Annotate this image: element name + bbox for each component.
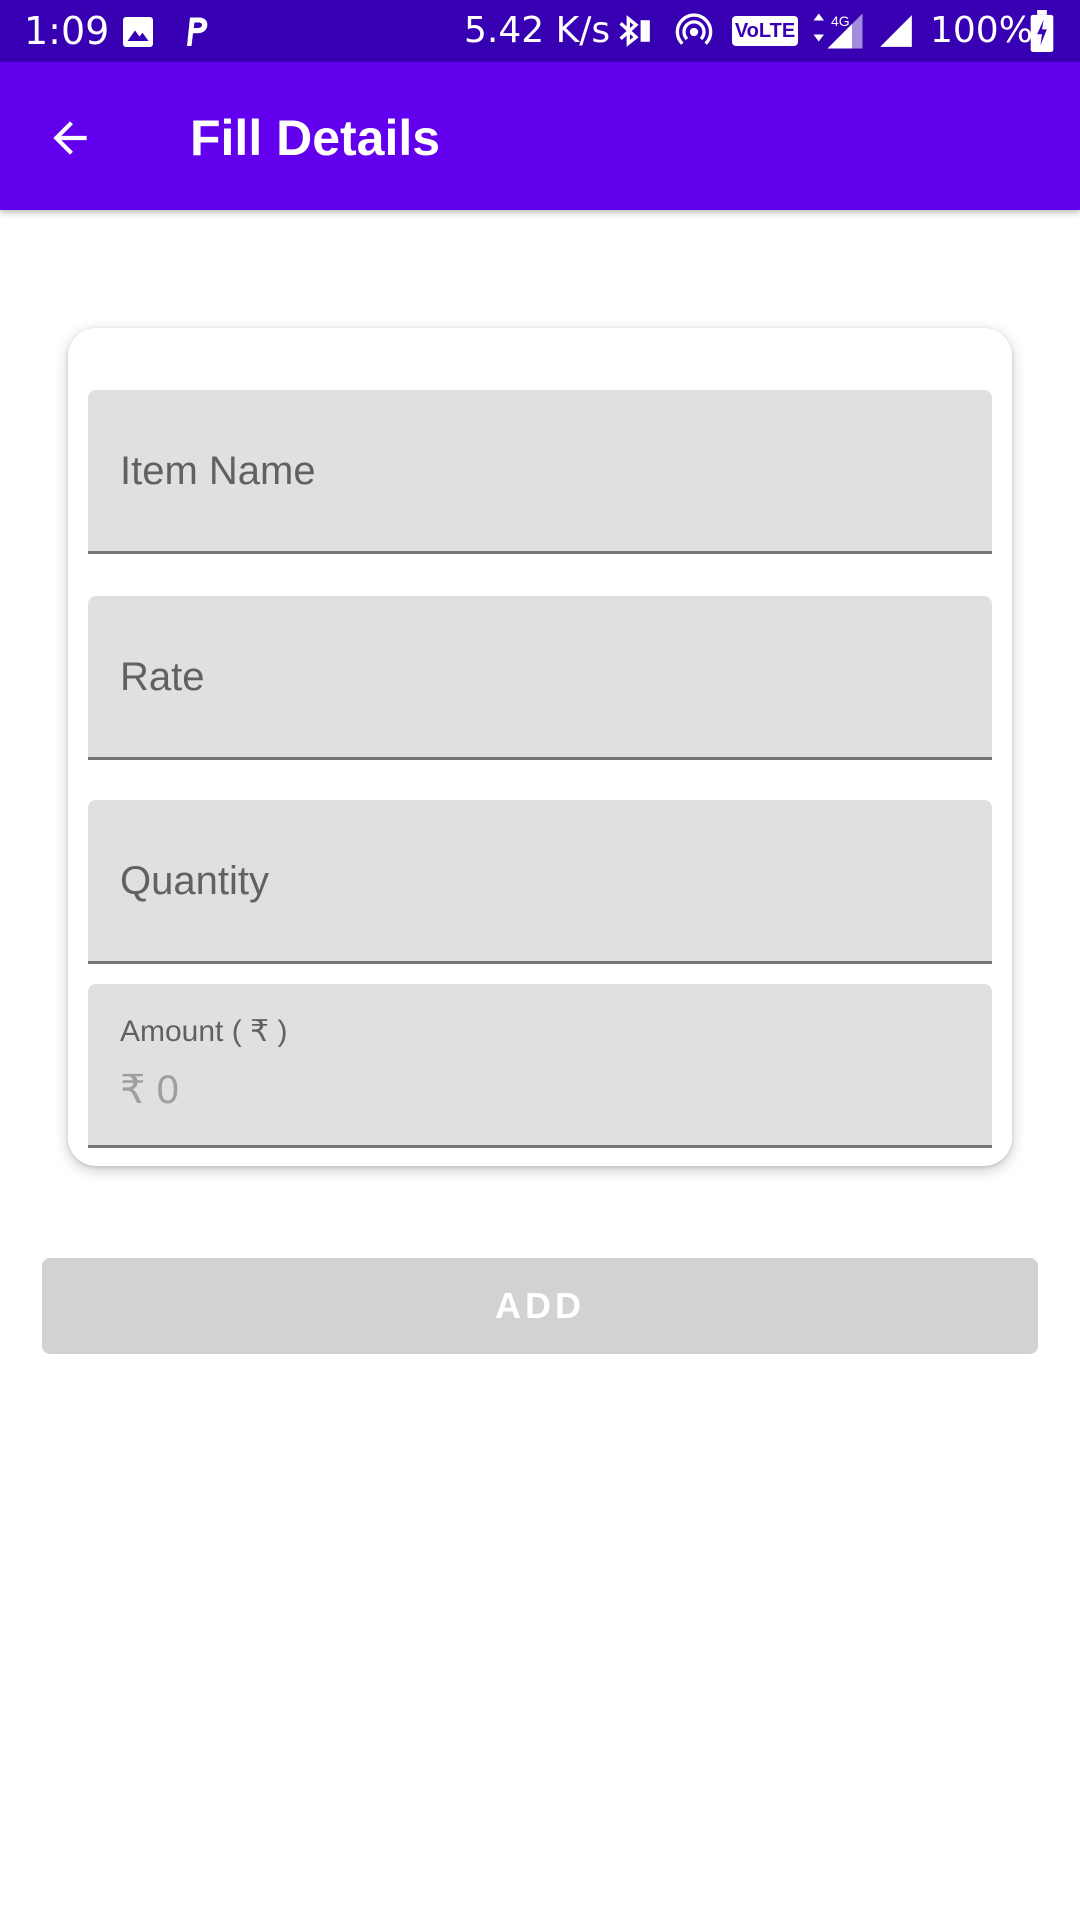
app-bar: Fill Details <box>0 62 1080 210</box>
amount-field[interactable]: Amount ( ₹ ) ₹ 0 <box>88 984 992 1148</box>
amount-label: Amount ( ₹ ) <box>120 1015 288 1048</box>
battery-charging-icon <box>1030 10 1054 52</box>
add-button[interactable]: ADD <box>42 1258 1038 1354</box>
hotspot-icon <box>675 13 713 45</box>
battery-percent: 100% <box>930 10 1033 51</box>
status-bar: 1:09 5.42 K/s VoLTE 4G 100% <box>0 0 1080 62</box>
signal-4g-icon: 4G <box>813 13 863 49</box>
volte-icon: VoLTE <box>732 16 798 46</box>
page-title: Fill Details <box>190 110 441 166</box>
network-type-label: 4G <box>831 13 850 29</box>
back-button[interactable] <box>30 98 110 178</box>
arrow-back-icon[interactable] <box>45 113 95 163</box>
quantity-placeholder: Quantity <box>120 859 269 903</box>
bluetooth-icon <box>619 15 650 47</box>
image-icon <box>123 17 153 47</box>
rate-placeholder: Rate <box>120 655 205 699</box>
signal-icon <box>880 15 912 47</box>
amount-value: ₹ 0 <box>120 1068 179 1112</box>
p-app-icon <box>187 17 208 46</box>
status-time: 1:09 <box>24 9 110 53</box>
rate-field[interactable]: Rate <box>88 596 992 760</box>
item-name-field[interactable]: Item Name <box>88 390 992 554</box>
network-speed: 5.42 K/s <box>464 10 611 51</box>
quantity-field[interactable]: Quantity <box>88 800 992 964</box>
item-name-placeholder: Item Name <box>120 449 316 493</box>
form-card: Item Name Rate Quantity Amount ( ₹ ) ₹ 0 <box>68 328 1012 1166</box>
